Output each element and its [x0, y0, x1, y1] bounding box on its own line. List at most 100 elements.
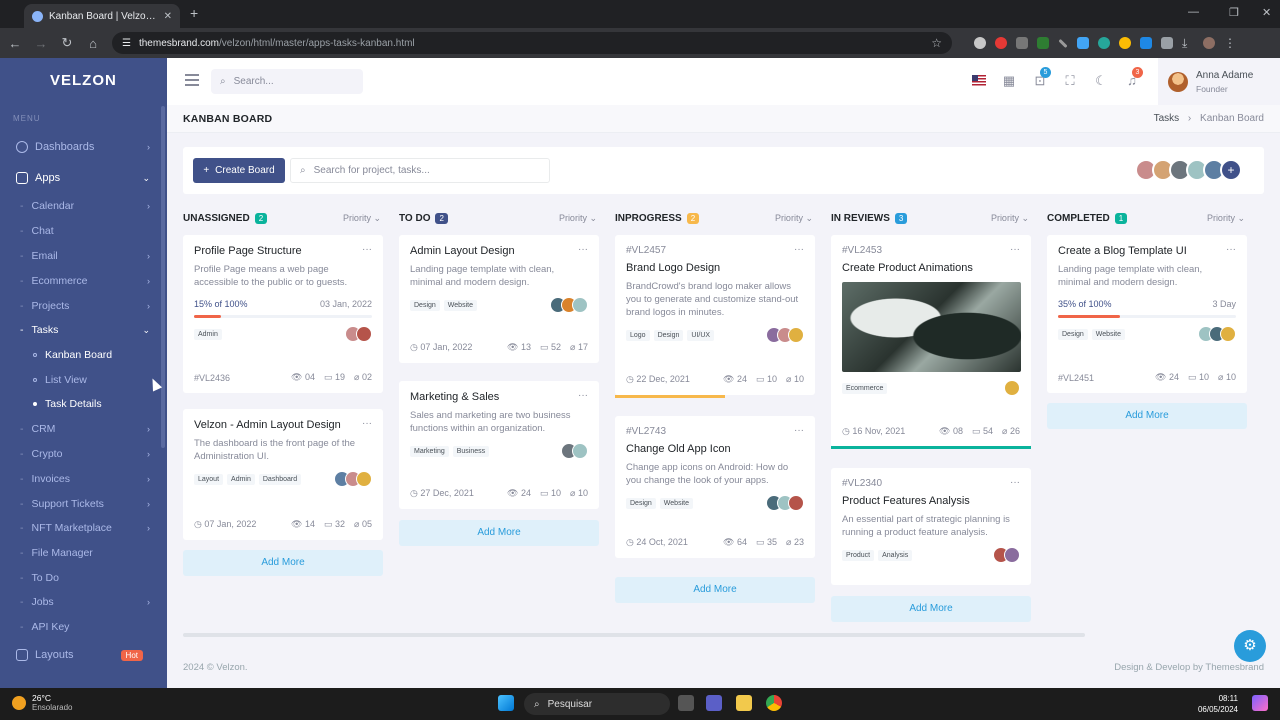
sidebar-item-nft-marketplace[interactable]: - NFT Marketplace ›	[0, 517, 160, 539]
task-card[interactable]: Marketing & Sales ··· Sales and marketin…	[399, 381, 599, 509]
fullscreen-icon[interactable]: ⛶	[1063, 74, 1077, 88]
add-more-button[interactable]: Add More	[1047, 403, 1247, 429]
sidebar-item-apps[interactable]: Apps ⌄	[0, 167, 160, 189]
browser-menu-icon[interactable]: ⋮	[1224, 37, 1236, 49]
priority-dropdown[interactable]: Priority ⌄	[343, 213, 381, 224]
task-card[interactable]: Admin Layout Design ··· Landing page tem…	[399, 235, 599, 363]
sidebar-item-email[interactable]: - Email ›	[0, 245, 160, 267]
sidebar-item-list-view[interactable]: List View	[0, 369, 160, 391]
horizontal-scrollbar[interactable]	[183, 633, 1085, 637]
address-bar[interactable]: ☰ themesbrand.com/velzon/html/master/app…	[112, 32, 952, 54]
avatar[interactable]	[1004, 547, 1020, 563]
sidebar-item-crypto[interactable]: - Crypto ›	[0, 443, 160, 465]
sidebar-item-ecommerce[interactable]: - Ecommerce ›	[0, 270, 160, 292]
task-title[interactable]: Change Old App Icon	[626, 443, 804, 455]
extension-icon[interactable]	[974, 37, 986, 49]
sidebar-item-crm[interactable]: - CRM ›	[0, 418, 160, 440]
reload-icon[interactable]: ↻	[60, 35, 74, 51]
browser-tab[interactable]: Kanban Board | Velzon - Admin ✕	[24, 4, 180, 28]
task-card[interactable]: Create a Blog Template UI ··· Landing pa…	[1047, 235, 1247, 393]
home-icon[interactable]: ⌂	[86, 36, 100, 51]
back-icon[interactable]: ←	[8, 36, 22, 51]
extension-icon[interactable]	[1098, 37, 1110, 49]
priority-dropdown[interactable]: Priority ⌄	[991, 213, 1029, 224]
hamburger-menu-icon[interactable]	[185, 74, 199, 86]
task-card[interactable]: Velzon - Admin Layout Design ··· The das…	[183, 409, 383, 540]
avatar[interactable]	[1004, 380, 1020, 396]
bookmark-star-icon[interactable]: ☆	[931, 36, 942, 50]
sidebar-scrollbar[interactable]	[161, 106, 165, 448]
top-search-input[interactable]: ⌕ Search...	[211, 69, 363, 94]
sidebar-item-dashboards[interactable]: Dashboards ›	[0, 136, 160, 158]
add-more-button[interactable]: Add More	[615, 577, 815, 603]
avatar[interactable]	[1220, 326, 1236, 342]
sidebar-item-jobs[interactable]: - Jobs ›	[0, 591, 160, 613]
avatar[interactable]	[356, 326, 372, 342]
task-title[interactable]: Product Features Analysis	[842, 495, 1020, 507]
more-options-icon[interactable]: ···	[1226, 244, 1236, 255]
more-options-icon[interactable]: ···	[578, 390, 588, 401]
more-options-icon[interactable]: ···	[794, 425, 804, 436]
chrome-icon[interactable]	[766, 695, 782, 711]
sidebar-item-support-tickets[interactable]: - Support Tickets ›	[0, 493, 160, 515]
add-more-button[interactable]: Add More	[831, 596, 1031, 622]
extension-icon[interactable]	[1037, 37, 1049, 49]
more-options-icon[interactable]: ···	[1010, 244, 1020, 255]
taskbar-search[interactable]: ⌕ Pesquisar	[524, 693, 670, 715]
file-explorer-icon[interactable]	[736, 695, 752, 711]
system-clock[interactable]: 08:11 06/05/2024	[1198, 693, 1238, 715]
task-image[interactable]	[842, 282, 1021, 372]
extensions-puzzle-icon[interactable]	[1161, 37, 1173, 49]
add-more-button[interactable]: Add More	[183, 550, 383, 576]
task-card[interactable]: #VL2340 ··· Product Features Analysis An…	[831, 468, 1031, 585]
project-search-input[interactable]: ⌕ Search for project, tasks...	[290, 158, 550, 183]
forward-icon[interactable]: →	[34, 36, 48, 51]
close-tab-icon[interactable]: ✕	[164, 11, 172, 22]
sidebar-item-kanban-board[interactable]: Kanban Board	[0, 344, 160, 366]
copilot-icon[interactable]	[1252, 695, 1268, 711]
avatar[interactable]	[572, 443, 588, 459]
dark-mode-moon-icon[interactable]: ☾	[1094, 74, 1108, 88]
task-card[interactable]: Profile Page Structure ··· Profile Page …	[183, 235, 383, 393]
language-flag-icon[interactable]	[972, 75, 986, 86]
apps-grid-icon[interactable]: ▦	[1002, 74, 1016, 88]
user-menu[interactable]: Anna Adame Founder	[1158, 58, 1280, 105]
more-options-icon[interactable]: ···	[578, 244, 588, 255]
task-title[interactable]: Admin Layout Design	[410, 245, 588, 257]
breadcrumb-tasks[interactable]: Tasks	[1154, 113, 1180, 124]
sidebar-item-calendar[interactable]: - Calendar ›	[0, 195, 160, 217]
minimize-icon[interactable]: —	[1188, 6, 1199, 18]
priority-dropdown[interactable]: Priority ⌄	[775, 213, 813, 224]
task-title[interactable]: Velzon - Admin Layout Design	[194, 419, 372, 431]
more-options-icon[interactable]: ···	[362, 418, 372, 429]
task-card[interactable]: #VL2453 ··· Create Product Animations Ec…	[831, 235, 1031, 447]
more-options-icon[interactable]: ···	[362, 244, 372, 255]
extension-icon[interactable]	[1058, 38, 1068, 48]
priority-dropdown[interactable]: Priority ⌄	[1207, 213, 1245, 224]
extension-icon[interactable]	[1140, 37, 1152, 49]
extension-icon[interactable]	[1077, 37, 1089, 49]
extension-icon[interactable]	[1119, 37, 1131, 49]
create-board-button[interactable]: + Create Board	[193, 158, 285, 183]
logo[interactable]: velzon	[50, 72, 117, 89]
sidebar-item-to-do[interactable]: - To Do	[0, 567, 160, 589]
task-card[interactable]: #VL2743 ··· Change Old App Icon Change a…	[615, 416, 815, 558]
task-title[interactable]: Brand Logo Design	[626, 262, 804, 274]
teams-icon[interactable]	[706, 695, 722, 711]
restore-icon[interactable]: ❐	[1229, 6, 1239, 19]
sidebar-item-layouts[interactable]: Layouts Hot	[0, 644, 160, 666]
sidebar-item-invoices[interactable]: - Invoices ›	[0, 468, 160, 490]
sidebar-item-projects[interactable]: - Projects ›	[0, 295, 160, 317]
task-card[interactable]: #VL2457 ··· Brand Logo Design BrandCrowd…	[615, 235, 815, 395]
add-more-button[interactable]: Add More	[399, 520, 599, 546]
extension-icon[interactable]	[1016, 37, 1028, 49]
avatar[interactable]	[572, 297, 588, 313]
close-window-icon[interactable]: ✕	[1262, 6, 1271, 19]
site-info-icon[interactable]: ☰	[122, 38, 131, 49]
sidebar-item-chat[interactable]: - Chat	[0, 220, 160, 242]
windows-start-icon[interactable]	[498, 695, 514, 711]
sidebar-item-file-manager[interactable]: - File Manager	[0, 542, 160, 564]
sidebar-item-task-details[interactable]: Task Details	[0, 393, 160, 415]
profile-icon[interactable]	[1203, 37, 1215, 49]
task-title[interactable]: Create Product Animations	[842, 262, 1020, 274]
